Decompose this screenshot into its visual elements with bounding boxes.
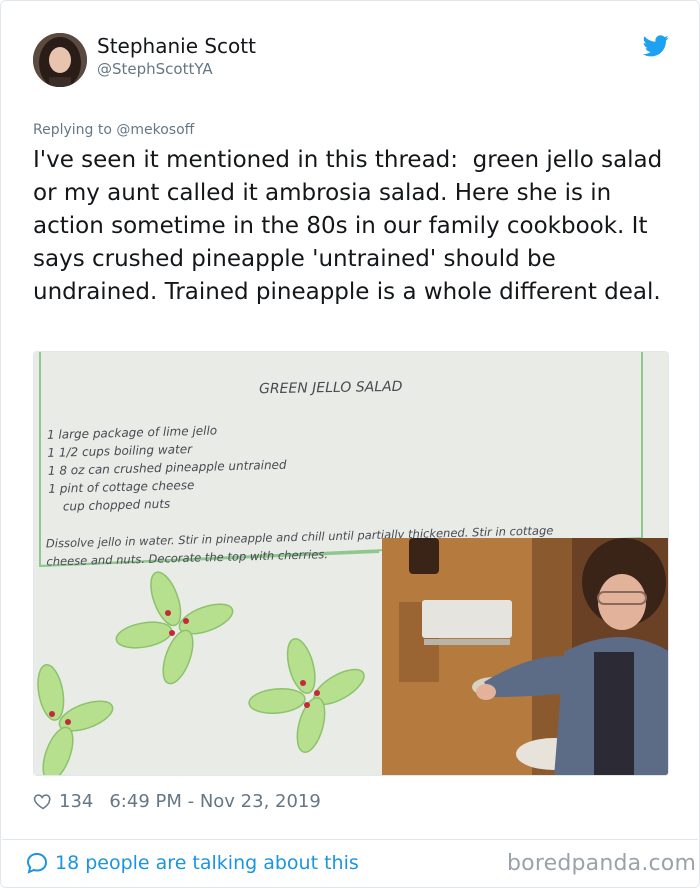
avatar[interactable] [33, 33, 87, 87]
twitter-bird-icon[interactable] [643, 35, 669, 57]
recipe-title: GREEN JELLO SALAD [259, 379, 403, 398]
like-count[interactable]: 134 [59, 791, 93, 812]
watermark: boredpanda.com [507, 851, 697, 876]
timestamp[interactable]: 6:49 PM - Nov 23, 2019 [109, 791, 320, 812]
tweet-photo[interactable]: GREEN JELLO SALAD 1 large package of lim… [33, 351, 669, 776]
user-handle[interactable]: @StephScottYA [97, 60, 213, 78]
aunt-photo [382, 538, 668, 775]
conversation-link[interactable]: 18 people are talking about this [25, 851, 359, 875]
ingredient-line: cup chopped nuts [63, 497, 171, 514]
speech-bubble-icon [26, 852, 48, 874]
divider [2, 839, 698, 840]
tweet-meta: 134 6:49 PM - Nov 23, 2019 [33, 790, 321, 812]
tweet-text: I've seen it mentioned in this thread: g… [33, 147, 670, 305]
user-name[interactable]: Stephanie Scott [97, 34, 256, 58]
tweet-card: Stephanie Scott @StephScottYA Replying t… [0, 0, 700, 888]
replying-to[interactable]: Replying to @mekosoff [33, 122, 194, 138]
conversation-count[interactable]: 18 people are talking about this [55, 852, 359, 874]
heart-icon[interactable] [33, 791, 53, 811]
